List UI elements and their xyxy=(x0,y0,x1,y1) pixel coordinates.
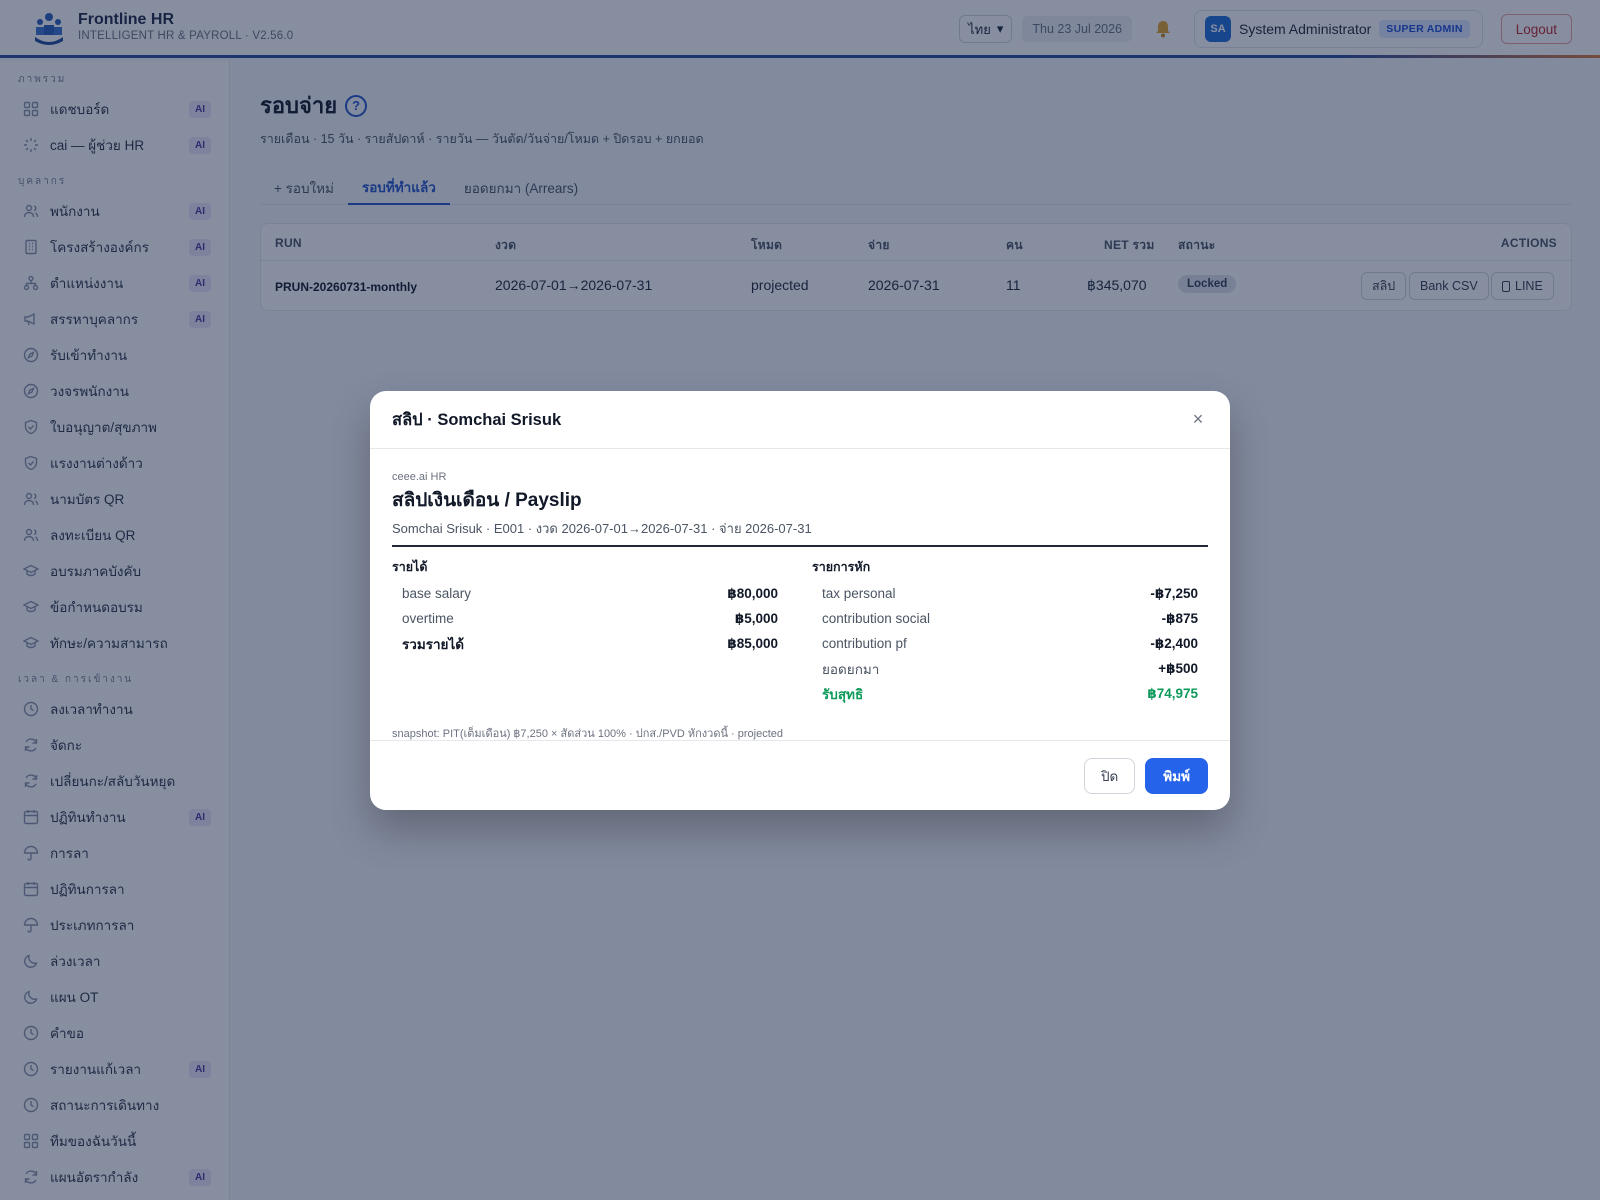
deductions-column: รายการหัก tax personal -฿7,250 contribut… xyxy=(812,557,1208,706)
income-total-label: รวมรายได้ xyxy=(402,636,465,652)
deduction-line: ยอดยกมา +฿500 xyxy=(812,656,1208,681)
income-line: base salary ฿80,000 xyxy=(392,581,788,606)
payslip-meta: Somchai Srisuk · E001 · งวด 2026-07-01→2… xyxy=(392,518,1208,547)
deduction-label: ยอดยกมา xyxy=(822,661,880,677)
income-total-line: รวมรายได้ ฿85,000 xyxy=(392,631,788,656)
deduction-value: -฿2,400 xyxy=(1150,635,1198,651)
deduction-value: -฿875 xyxy=(1161,610,1198,626)
income-label: base salary xyxy=(402,586,472,601)
income-value: ฿80,000 xyxy=(727,585,778,601)
deduction-value: -฿7,250 xyxy=(1150,585,1198,601)
deduction-line: contribution pf -฿2,400 xyxy=(812,631,1208,656)
close-button[interactable]: ปิด xyxy=(1083,757,1136,794)
print-button[interactable]: พิมพ์ xyxy=(1145,757,1208,794)
close-icon[interactable]: × xyxy=(1188,409,1208,430)
deductions-title: รายการหัก xyxy=(812,560,871,574)
net-pay-label: รับสุทธิ xyxy=(822,686,864,702)
payslip-org: ceee.ai HR xyxy=(392,471,447,483)
deduction-label: contribution social xyxy=(822,611,931,626)
modal-title: สลิป · Somchai Srisuk xyxy=(392,410,562,429)
income-title: รายได้ xyxy=(392,560,428,574)
deduction-label: tax personal xyxy=(822,586,896,601)
income-total-value: ฿85,000 xyxy=(727,635,778,651)
payslip-title: สลิปเงินเดือน / Payslip xyxy=(392,490,582,511)
income-column: รายได้ base salary ฿80,000 overtime ฿5,0… xyxy=(392,557,788,706)
net-pay-line: รับสุทธิ ฿74,975 xyxy=(812,681,1208,706)
deduction-line: tax personal -฿7,250 xyxy=(812,581,1208,606)
payslip: ceee.ai HR สลิปเงินเดือน / Payslip Somch… xyxy=(370,449,1230,742)
payslip-modal: สลิป · Somchai Srisuk × ceee.ai HR สลิปเ… xyxy=(370,391,1230,810)
income-value: ฿5,000 xyxy=(734,610,778,626)
deduction-line: contribution social -฿875 xyxy=(812,606,1208,631)
income-line: overtime ฿5,000 xyxy=(392,606,788,631)
net-pay-value: ฿74,975 xyxy=(1147,685,1198,701)
deduction-label: contribution pf xyxy=(822,636,907,651)
income-label: overtime xyxy=(402,611,454,626)
deduction-value: +฿500 xyxy=(1158,660,1198,676)
